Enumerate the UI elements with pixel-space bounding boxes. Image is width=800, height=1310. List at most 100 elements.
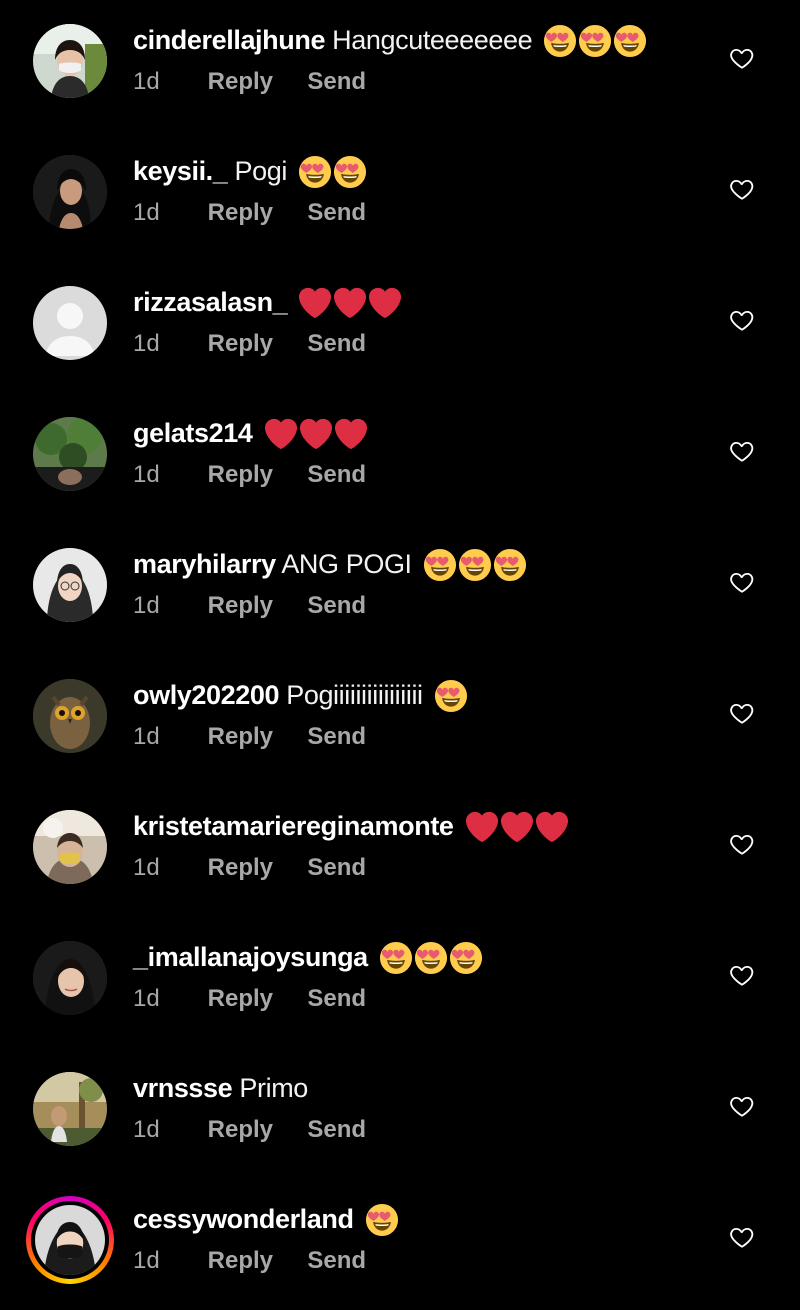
reply-button[interactable]: Reply xyxy=(208,719,301,755)
comment-list: cinderellajhune Hangcuteeeeeee 1d Reply … xyxy=(0,0,800,1275)
avatar[interactable] xyxy=(33,941,107,1015)
avatar[interactable] xyxy=(33,810,107,884)
username-link[interactable]: keysii._ xyxy=(133,156,228,186)
heart-eyes-emoji xyxy=(493,548,527,582)
reply-button[interactable]: Reply xyxy=(208,850,301,886)
heart-outline-icon[interactable] xyxy=(729,438,755,464)
red-heart-emoji xyxy=(264,417,298,451)
timestamp: 1d xyxy=(133,68,160,95)
username-link[interactable]: gelats214 xyxy=(133,418,253,448)
send-button[interactable]: Send xyxy=(307,850,366,886)
timestamp: 1d xyxy=(133,854,160,881)
comment-meta: 1d Reply Send xyxy=(133,1243,366,1279)
red-heart-emoji xyxy=(368,286,402,320)
avatar-story-ring[interactable] xyxy=(26,1196,114,1284)
comment-line: owly202200 Pogiiiiiiiiiiiiiiii xyxy=(133,675,469,715)
heart-eyes-emoji xyxy=(543,24,577,58)
send-button[interactable]: Send xyxy=(307,326,366,362)
reply-button[interactable]: Reply xyxy=(208,1243,301,1279)
heart-outline-icon[interactable] xyxy=(729,962,755,988)
username-link[interactable]: _imallanajoysunga xyxy=(133,942,368,972)
reply-button[interactable]: Reply xyxy=(208,457,301,493)
comment-line: cinderellajhune Hangcuteeeeeee xyxy=(133,20,648,60)
send-button[interactable]: Send xyxy=(307,1112,366,1148)
emoji-group xyxy=(423,548,528,584)
comment-line: maryhilarry ANG POGI xyxy=(133,544,528,584)
emoji-group xyxy=(434,679,469,715)
heart-eyes-emoji xyxy=(434,679,468,713)
comment-row: cessywonderland 1d Reply Send xyxy=(0,1179,800,1310)
send-button[interactable]: Send xyxy=(307,64,366,100)
heart-outline-icon[interactable] xyxy=(729,45,755,71)
heart-outline-icon[interactable] xyxy=(729,1093,755,1119)
username-link[interactable]: rizzasalasn_ xyxy=(133,287,288,317)
emoji-group xyxy=(379,941,484,977)
heart-eyes-emoji xyxy=(379,941,413,975)
username-link[interactable]: kristetamarieregina​monte xyxy=(133,811,454,841)
comment-row: rizzasalasn_ 1d Reply Send xyxy=(0,262,800,393)
send-button[interactable]: Send xyxy=(307,457,366,493)
heart-outline-icon[interactable] xyxy=(729,569,755,595)
timestamp: 1d xyxy=(133,330,160,357)
reply-button[interactable]: Reply xyxy=(208,195,301,231)
comment-meta: 1d Reply Send xyxy=(133,195,366,231)
emoji-group xyxy=(298,286,403,322)
send-button[interactable]: Send xyxy=(307,981,366,1017)
username-link[interactable]: cessywonderland xyxy=(133,1204,354,1234)
comment-line: kristetamarieregina​monte xyxy=(133,806,570,846)
send-button[interactable]: Send xyxy=(307,195,366,231)
comment-row: cinderellajhune Hangcuteeeeeee 1d Reply … xyxy=(0,0,800,131)
timestamp: 1d xyxy=(133,461,160,488)
comment-text: Primo xyxy=(239,1073,308,1103)
heart-eyes-emoji xyxy=(298,155,332,189)
avatar[interactable] xyxy=(33,1072,107,1146)
comment-line: vrnssse Primo xyxy=(133,1068,308,1108)
red-heart-emoji xyxy=(298,286,332,320)
send-button[interactable]: Send xyxy=(307,588,366,624)
comment-row: kristetamarieregina​monte 1d Reply Send xyxy=(0,786,800,917)
comment-row: _imallanajoysunga 1d Reply Send xyxy=(0,917,800,1048)
reply-button[interactable]: Reply xyxy=(208,1112,301,1148)
timestamp: 1d xyxy=(133,592,160,619)
red-heart-emoji xyxy=(333,286,367,320)
reply-button[interactable]: Reply xyxy=(208,981,301,1017)
comment-row: owly202200 Pogiiiiiiiiiiiiiiii 1d Reply … xyxy=(0,655,800,786)
heart-outline-icon[interactable] xyxy=(729,700,755,726)
avatar[interactable] xyxy=(33,286,107,360)
comment-row: vrnssse Primo 1d Reply Send xyxy=(0,1048,800,1179)
send-button[interactable]: Send xyxy=(307,1243,366,1279)
username-link[interactable]: owly202200 xyxy=(133,680,280,710)
heart-outline-icon[interactable] xyxy=(729,831,755,857)
heart-eyes-emoji xyxy=(365,1203,399,1237)
emoji-group xyxy=(264,417,369,453)
heart-eyes-emoji xyxy=(414,941,448,975)
comment-text: ANG POGI xyxy=(281,549,412,579)
comment-meta: 1d Reply Send xyxy=(133,457,366,493)
heart-outline-icon[interactable] xyxy=(729,1224,755,1250)
avatar[interactable] xyxy=(33,24,107,98)
comment-meta: 1d Reply Send xyxy=(133,588,366,624)
avatar[interactable] xyxy=(33,155,107,229)
emoji-group xyxy=(543,24,648,60)
heart-outline-icon[interactable] xyxy=(729,307,755,333)
username-link[interactable]: maryhilarry xyxy=(133,549,276,579)
comment-meta: 1d Reply Send xyxy=(133,981,366,1017)
username-link[interactable]: cinderellajhune xyxy=(133,25,325,55)
heart-eyes-emoji xyxy=(449,941,483,975)
reply-button[interactable]: Reply xyxy=(208,64,301,100)
avatar[interactable] xyxy=(33,417,107,491)
send-button[interactable]: Send xyxy=(307,719,366,755)
username-link[interactable]: vrnssse xyxy=(133,1073,233,1103)
reply-button[interactable]: Reply xyxy=(208,326,301,362)
reply-button[interactable]: Reply xyxy=(208,588,301,624)
red-heart-emoji xyxy=(334,417,368,451)
avatar-image xyxy=(35,1205,105,1275)
heart-eyes-emoji xyxy=(613,24,647,58)
heart-outline-icon[interactable] xyxy=(729,176,755,202)
timestamp: 1d xyxy=(133,1116,160,1143)
comment-line: rizzasalasn_ xyxy=(133,282,403,322)
comment-row: gelats214 1d Reply Send xyxy=(0,393,800,524)
avatar[interactable] xyxy=(33,548,107,622)
emoji-group xyxy=(365,1203,400,1239)
avatar[interactable] xyxy=(33,679,107,753)
